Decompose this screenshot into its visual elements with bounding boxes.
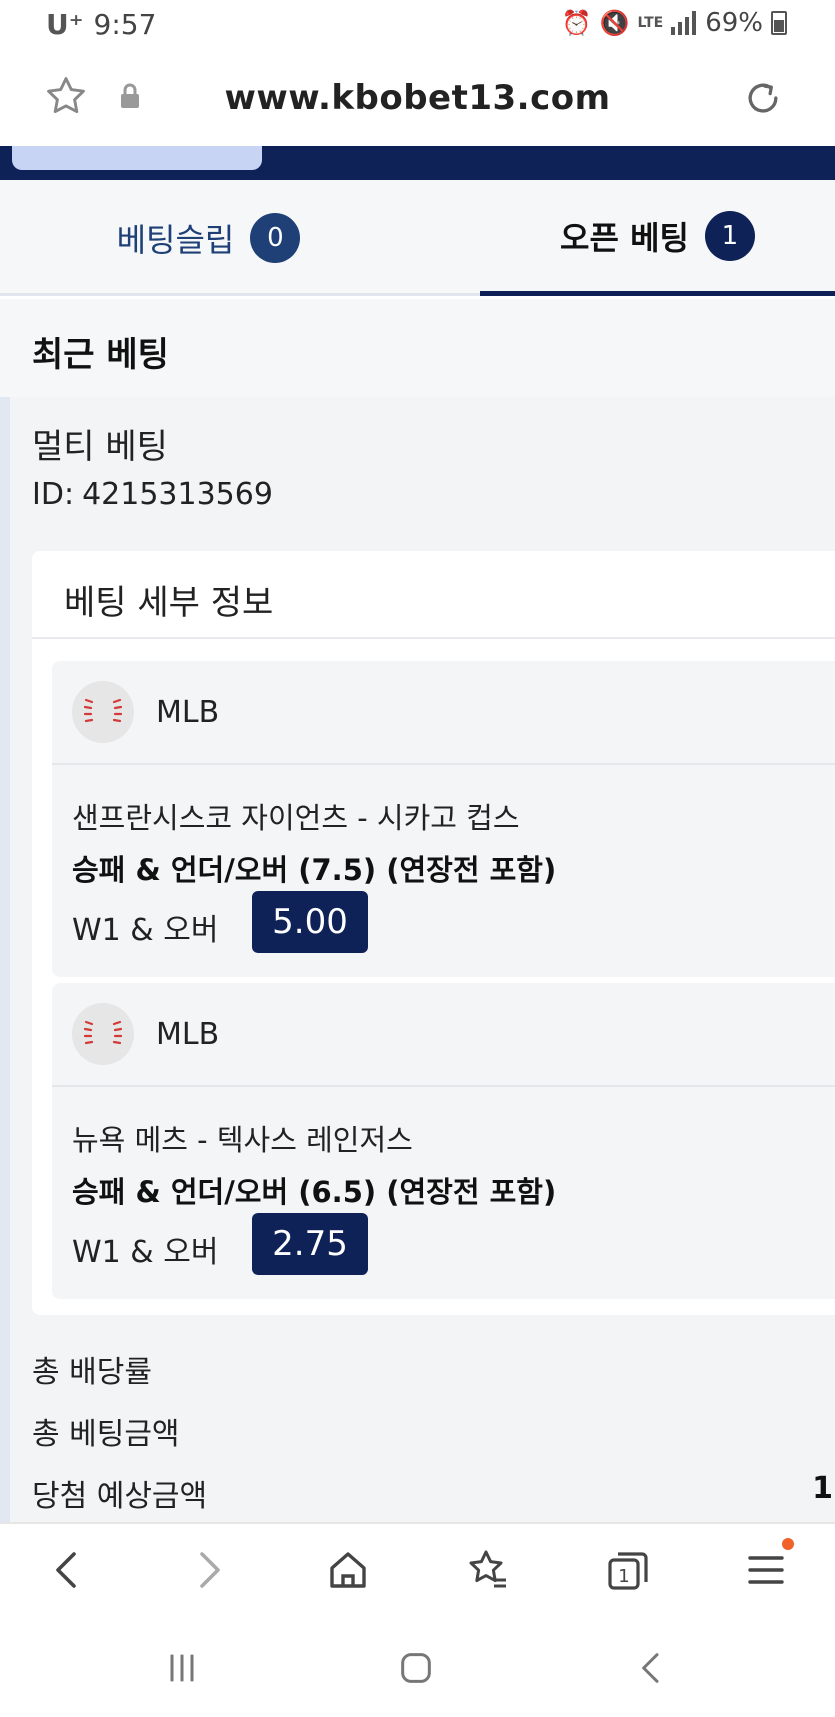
battery-percent: 69% xyxy=(705,8,763,38)
back-icon[interactable] xyxy=(44,1546,92,1594)
bet-id-value: 4215313569 xyxy=(82,477,273,512)
bet-event: MLB 뉴욕 메츠 - 텍사스 레인저스 승패 & 언더/오버 (6.5) (연… xyxy=(52,983,835,1299)
potential-win-label: 당첨 예상금액 xyxy=(32,1479,208,1514)
battery-icon xyxy=(771,11,787,35)
tab-open-bets-label: 오픈 베팅 xyxy=(560,218,689,257)
mute-icon: 🔇 xyxy=(599,9,630,37)
event-teams: 뉴욕 메츠 - 텍사스 레인저스 xyxy=(72,1123,413,1157)
bet-type: 멀티 베팅 xyxy=(32,427,168,467)
recent-apps-icon[interactable] xyxy=(162,1648,202,1688)
bet-id: ID: 4215313569 xyxy=(32,477,273,512)
status-left: U⁺ 9:57 xyxy=(46,8,156,41)
event-market: 승패 & 언더/오버 (6.5) (연장전 포함) xyxy=(72,1175,557,1209)
status-bar: U⁺ 9:57 ⏰ 🔇 LTE 69% xyxy=(0,0,835,52)
total-stake-label: 총 베팅금액 xyxy=(32,1417,180,1452)
event-pick: W1 & 오버 xyxy=(72,913,219,948)
carrier-label: U⁺ xyxy=(46,8,84,41)
bet-details-header: 베팅 세부 정보 xyxy=(32,551,835,639)
league-name: MLB xyxy=(156,1017,220,1052)
header-button-partial[interactable] xyxy=(12,146,262,170)
event-market: 승패 & 언더/오버 (7.5) (연장전 포함) xyxy=(72,853,557,887)
odds-badge: 2.75 xyxy=(252,1213,368,1275)
event-pick: W1 & 오버 xyxy=(72,1235,219,1270)
tabs-count: 1 xyxy=(618,1566,629,1587)
bet-content: 멀티 베팅 ID: 4215313569 베팅 세부 정보 MLB 샌프란시스코… xyxy=(0,397,835,1522)
tab-open-bets[interactable]: 오픈 베팅 1 xyxy=(480,180,835,296)
url-text[interactable]: www.kbobet13.com xyxy=(0,78,835,118)
odds-badge: 5.00 xyxy=(252,891,368,953)
bet-details-card: 베팅 세부 정보 MLB 샌프란시스코 자이언츠 - 시카고 컵스 승패 & 언… xyxy=(32,551,835,1315)
site-header-strip xyxy=(0,146,835,180)
tab-betslip[interactable]: 베팅슬립 0 xyxy=(0,180,417,296)
system-back-icon[interactable] xyxy=(632,1648,672,1688)
league-name: MLB xyxy=(156,695,220,730)
baseball-icon xyxy=(72,681,134,743)
tabs-icon[interactable]: 1 xyxy=(604,1546,652,1594)
bookmarks-icon[interactable] xyxy=(464,1546,512,1594)
browser-nav-bar: 1 xyxy=(0,1522,835,1618)
forward-icon[interactable] xyxy=(184,1546,232,1594)
event-header: MLB xyxy=(52,983,835,1087)
system-home-icon[interactable] xyxy=(396,1648,436,1688)
clock: 9:57 xyxy=(93,8,157,41)
recent-bets-header: 최근 베팅 xyxy=(0,299,835,397)
section-title: 최근 베팅 xyxy=(32,335,169,375)
tab-betslip-count: 0 xyxy=(250,213,301,263)
event-header: MLB xyxy=(52,661,835,765)
baseball-icon xyxy=(72,1003,134,1065)
menu-icon[interactable] xyxy=(742,1546,790,1594)
status-right: ⏰ 🔇 LTE 69% xyxy=(562,8,787,38)
potential-win-value: 1 xyxy=(812,1471,833,1506)
bet-id-label: ID: xyxy=(32,477,75,512)
alarm-icon: ⏰ xyxy=(561,9,592,37)
bet-event: MLB 샌프란시스코 자이언츠 - 시카고 컵스 승패 & 언더/오버 (7.5… xyxy=(52,661,835,977)
home-icon[interactable] xyxy=(324,1546,372,1594)
event-teams: 샌프란시스코 자이언츠 - 시카고 컵스 xyxy=(72,801,520,835)
tab-betslip-label: 베팅슬립 xyxy=(116,221,235,259)
system-nav-bar xyxy=(0,1618,835,1717)
betslip-tabs: 베팅슬립 0 오픈 베팅 1 xyxy=(0,180,835,296)
network-type: LTE xyxy=(637,15,664,31)
reload-icon[interactable] xyxy=(741,76,785,120)
tab-open-bets-count: 1 xyxy=(704,210,755,261)
signal-icon xyxy=(671,11,697,35)
notification-dot xyxy=(782,1538,794,1550)
total-odds-label: 총 배당률 xyxy=(32,1355,152,1390)
browser-url-bar: www.kbobet13.com xyxy=(0,52,835,146)
bet-details-title: 베팅 세부 정보 xyxy=(64,583,274,623)
